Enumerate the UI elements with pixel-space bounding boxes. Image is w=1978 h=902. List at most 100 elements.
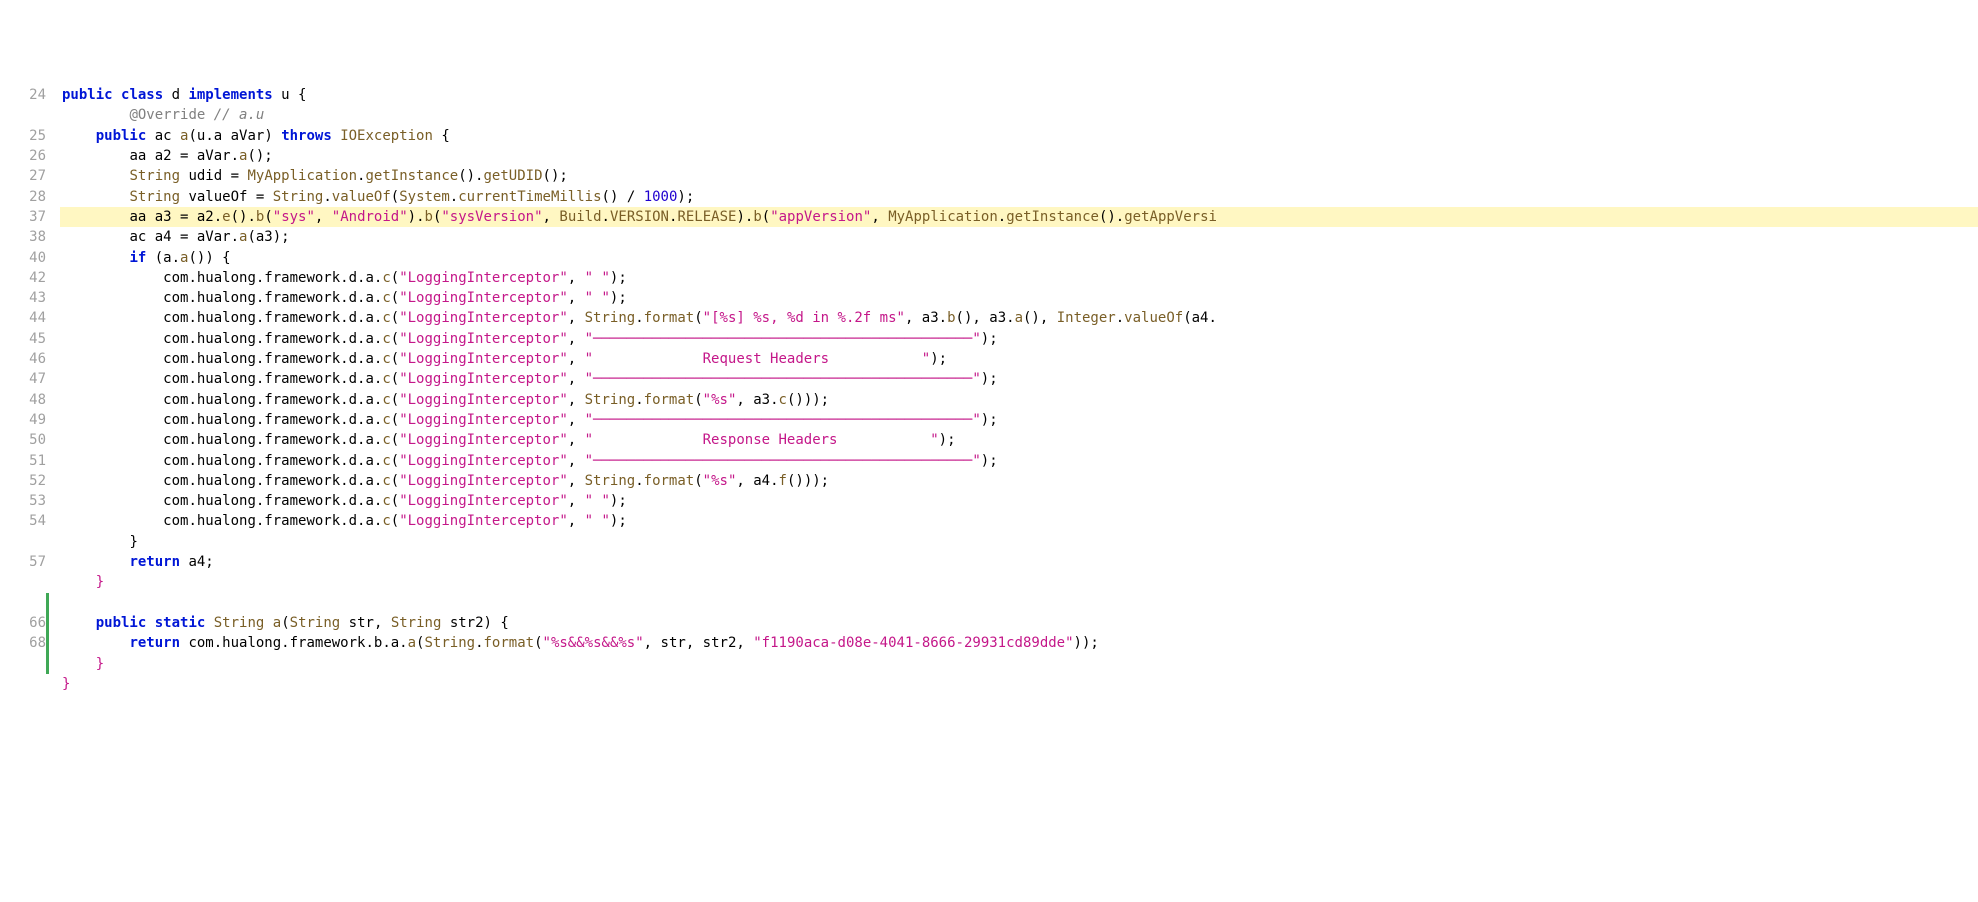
code-line[interactable]: 50 com.hualong.framework.d.a.c("LoggingI…	[0, 430, 1978, 450]
line-wrap: 49 com.hualong.framework.d.a.c("LoggingI…	[0, 410, 1978, 430]
line-wrap: 46 com.hualong.framework.d.a.c("LoggingI…	[0, 349, 1978, 369]
token: (	[694, 310, 702, 326]
code-content[interactable]: return a4;	[60, 552, 1978, 572]
code-content[interactable]: }	[60, 572, 1978, 592]
code-line[interactable]: 66 public static String a(String str, St…	[0, 613, 1978, 633]
code-content[interactable]: }	[60, 674, 1978, 694]
code-content[interactable]: }	[60, 654, 1978, 674]
token: implements	[188, 87, 281, 103]
code-line[interactable]: 38 ac a4 = aVar.a(a3);	[0, 227, 1978, 247]
token: b	[425, 209, 433, 225]
code-line[interactable]: }	[0, 674, 1978, 694]
token: }	[96, 574, 104, 590]
code-line[interactable]: 51 com.hualong.framework.d.a.c("LoggingI…	[0, 451, 1978, 471]
token: a	[408, 635, 416, 651]
code-line[interactable]: 44 com.hualong.framework.d.a.c("LoggingI…	[0, 308, 1978, 328]
code-content[interactable]: com.hualong.framework.d.a.c("LoggingInte…	[60, 308, 1978, 328]
line-number: 48	[0, 390, 60, 410]
line-number: 45	[0, 329, 60, 349]
token: ().	[231, 209, 256, 225]
code-line[interactable]: 28 String valueOf = String.valueOf(Syste…	[0, 187, 1978, 207]
code-content[interactable]: if (a.a()) {	[60, 248, 1978, 268]
modification-bar-icon	[46, 633, 49, 653]
line-number: 44	[0, 308, 60, 328]
code-line[interactable]: @Override // a.u	[0, 105, 1978, 125]
code-line[interactable]: 27 String udid = MyApplication.getInstan…	[0, 166, 1978, 186]
token: com.hualong.framework.d.a.	[163, 513, 382, 529]
code-line[interactable]: 57 return a4;	[0, 552, 1978, 572]
code-line[interactable]: }	[0, 654, 1978, 674]
code-content[interactable]: String udid = MyApplication.getInstance(…	[60, 166, 1978, 186]
code-line[interactable]: 46 com.hualong.framework.d.a.c("LoggingI…	[0, 349, 1978, 369]
code-content[interactable]: com.hualong.framework.d.a.c("LoggingInte…	[60, 349, 1978, 369]
code-content[interactable]: com.hualong.framework.d.a.c("LoggingInte…	[60, 511, 1978, 531]
token: "LoggingInterceptor"	[399, 270, 568, 286]
code-line[interactable]: 43 com.hualong.framework.d.a.c("LoggingI…	[0, 288, 1978, 308]
code-line[interactable]: }	[0, 532, 1978, 552]
code-line[interactable]: }	[0, 572, 1978, 592]
code-content[interactable]: public class d implements u {	[60, 85, 1978, 105]
code-content[interactable]: aa a2 = aVar.a();	[60, 146, 1978, 166]
code-content[interactable]: }	[60, 532, 1978, 552]
token: ,	[543, 209, 560, 225]
token: c	[382, 270, 390, 286]
code-content[interactable]: com.hualong.framework.d.a.c("LoggingInte…	[60, 288, 1978, 308]
code-line[interactable]: 54 com.hualong.framework.d.a.c("LoggingI…	[0, 511, 1978, 531]
code-content[interactable]: return com.hualong.framework.b.a.a(Strin…	[60, 633, 1978, 653]
token: b	[947, 310, 955, 326]
code-content[interactable]: com.hualong.framework.d.a.c("LoggingInte…	[60, 369, 1978, 389]
code-content[interactable]: public static String a(String str, Strin…	[60, 613, 1978, 633]
code-line[interactable]: 68 return com.hualong.framework.b.a.a(St…	[0, 633, 1978, 653]
code-content[interactable]: com.hualong.framework.d.a.c("LoggingInte…	[60, 410, 1978, 430]
code-content[interactable]: com.hualong.framework.d.a.c("LoggingInte…	[60, 471, 1978, 491]
code-line[interactable]: 37 aa a3 = a2.e().b("sys", "Android").b(…	[0, 207, 1978, 227]
code-line[interactable]	[0, 593, 1978, 613]
token: ,	[568, 453, 585, 469]
code-content[interactable]: public ac a(u.a aVar) throws IOException…	[60, 126, 1978, 146]
token: format	[644, 310, 695, 326]
line-wrap: }	[0, 572, 1978, 592]
token: "LoggingInterceptor"	[399, 473, 568, 489]
token: String	[214, 615, 273, 631]
code-line[interactable]: 42 com.hualong.framework.d.a.c("LoggingI…	[0, 268, 1978, 288]
line-wrap: 53 com.hualong.framework.d.a.c("LoggingI…	[0, 491, 1978, 511]
line-number: 53	[0, 491, 60, 511]
code-line[interactable]: 45 com.hualong.framework.d.a.c("LoggingI…	[0, 329, 1978, 349]
token: c	[382, 473, 390, 489]
token: {	[441, 128, 449, 144]
token: "sysVersion"	[441, 209, 542, 225]
code-content[interactable]: com.hualong.framework.d.a.c("LoggingInte…	[60, 451, 1978, 471]
code-line[interactable]: 25 public ac a(u.a aVar) throws IOExcept…	[0, 126, 1978, 146]
token: ()));	[787, 473, 829, 489]
code-line[interactable]: 49 com.hualong.framework.d.a.c("LoggingI…	[0, 410, 1978, 430]
code-line[interactable]: 48 com.hualong.framework.d.a.c("LoggingI…	[0, 390, 1978, 410]
token: "Android"	[332, 209, 408, 225]
code-editor[interactable]: 24public class d implements u { @Overrid…	[0, 85, 1978, 694]
code-content[interactable]: String valueOf = String.valueOf(System.c…	[60, 187, 1978, 207]
token: MyApplication	[888, 209, 998, 225]
code-line[interactable]: 52 com.hualong.framework.d.a.c("LoggingI…	[0, 471, 1978, 491]
code-content[interactable]: com.hualong.framework.d.a.c("LoggingInte…	[60, 491, 1978, 511]
code-line[interactable]: 47 com.hualong.framework.d.a.c("LoggingI…	[0, 369, 1978, 389]
code-line[interactable]: 26 aa a2 = aVar.a();	[0, 146, 1978, 166]
token: (	[391, 310, 399, 326]
line-wrap: 51 com.hualong.framework.d.a.c("LoggingI…	[0, 451, 1978, 471]
code-content[interactable]: ac a4 = aVar.a(a3);	[60, 227, 1978, 247]
code-content[interactable]: com.hualong.framework.d.a.c("LoggingInte…	[60, 268, 1978, 288]
code-line[interactable]: 40 if (a.a()) {	[0, 248, 1978, 268]
code-content[interactable]: aa a3 = a2.e().b("sys", "Android").b("sy…	[60, 207, 1978, 227]
code-content[interactable]: com.hualong.framework.d.a.c("LoggingInte…	[60, 430, 1978, 450]
token: "LoggingInterceptor"	[399, 453, 568, 469]
token: aa a2 = aVar.	[129, 148, 239, 164]
code-content[interactable]	[60, 593, 1978, 613]
token: currentTimeMillis	[458, 189, 601, 205]
code-line[interactable]: 24public class d implements u {	[0, 85, 1978, 105]
token: .	[998, 209, 1006, 225]
code-content[interactable]: com.hualong.framework.d.a.c("LoggingInte…	[60, 390, 1978, 410]
code-content[interactable]: @Override // a.u	[60, 105, 1978, 125]
token: String	[129, 189, 188, 205]
token: "───────────────────────────────────────…	[585, 453, 981, 469]
code-line[interactable]: 53 com.hualong.framework.d.a.c("LoggingI…	[0, 491, 1978, 511]
line-number: 25	[0, 126, 60, 146]
code-content[interactable]: com.hualong.framework.d.a.c("LoggingInte…	[60, 329, 1978, 349]
